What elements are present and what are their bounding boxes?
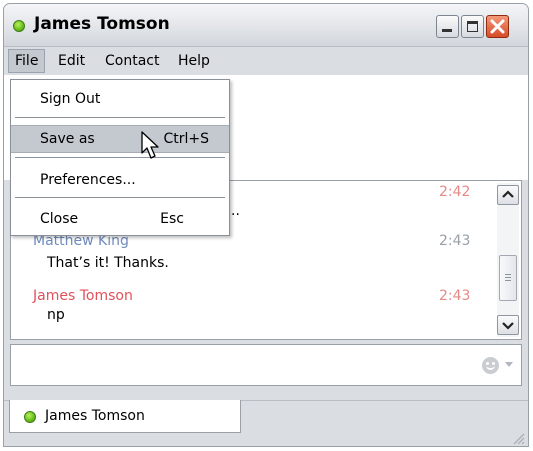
message-input[interactable]	[10, 344, 522, 386]
scroll-up-button[interactable]	[497, 185, 519, 205]
menu-item-save-as[interactable]: Save as Ctrl+S	[11, 125, 229, 153]
smiley-icon[interactable]	[482, 357, 499, 374]
scroll-thumb[interactable]	[499, 255, 517, 301]
message-text: np	[47, 307, 65, 323]
menu-item-label: Close	[40, 211, 79, 227]
status-online-icon	[13, 20, 25, 32]
resize-grip-icon[interactable]	[511, 431, 525, 445]
menu-item-close[interactable]: Close Esc	[11, 205, 229, 233]
minimize-icon	[442, 29, 452, 32]
message-time: 2:43	[439, 233, 471, 249]
smiley-mouth	[486, 365, 495, 370]
message-sender: James Tomson	[33, 288, 133, 304]
menu-item-shortcut: Ctrl+S	[163, 131, 209, 147]
window-title: James Tomson	[34, 14, 170, 34]
mouse-pointer-icon	[141, 131, 159, 159]
tab-label: James Tomson	[45, 408, 145, 424]
menu-contact[interactable]: Contact	[99, 49, 165, 73]
tab-james-tomson[interactable]: James Tomson	[9, 400, 241, 433]
maximize-icon	[467, 21, 478, 32]
menu-item-label: Sign Out	[40, 91, 101, 107]
menu-item-preferences[interactable]: Preferences...	[11, 166, 229, 194]
menu-separator	[15, 117, 225, 119]
file-menu-dropdown: Sign Out Save as Ctrl+S Preferences... C…	[10, 79, 230, 236]
minimize-button[interactable]	[436, 15, 459, 38]
menu-file[interactable]: File	[8, 49, 46, 73]
title-bar[interactable]: James Tomson	[4, 4, 528, 47]
menu-item-label: Preferences...	[40, 172, 136, 188]
close-button[interactable]	[486, 15, 509, 38]
chat-scrollbar[interactable]	[497, 183, 519, 337]
message-time: 2:43	[439, 288, 471, 304]
menu-edit[interactable]: Edit	[52, 49, 91, 73]
scroll-grip-line	[505, 277, 511, 278]
message-text: That’s it! Thanks.	[47, 255, 169, 271]
menu-item-shortcut: Esc	[160, 211, 184, 227]
menu-item-label: Save as	[40, 131, 95, 147]
message-text: ..	[231, 203, 240, 219]
maximize-button[interactable]	[461, 15, 484, 38]
menu-separator	[15, 197, 225, 199]
menu-help[interactable]: Help	[172, 49, 216, 73]
menu-bar: File Edit Contact Help	[4, 47, 528, 75]
conversation-tabs: James Tomson	[4, 400, 528, 446]
scroll-grip-line	[505, 274, 511, 275]
scroll-down-icon	[502, 322, 514, 330]
close-icon	[490, 19, 505, 34]
menu-item-sign-out[interactable]: Sign Out	[11, 85, 229, 113]
message-time: 2:42	[439, 184, 471, 200]
scroll-down-button[interactable]	[497, 315, 519, 335]
status-online-icon	[24, 411, 36, 423]
menu-separator	[15, 157, 225, 159]
scroll-up-icon	[502, 190, 514, 198]
dropdown-arrow-icon[interactable]	[505, 362, 513, 367]
scroll-grip-line	[505, 280, 511, 281]
